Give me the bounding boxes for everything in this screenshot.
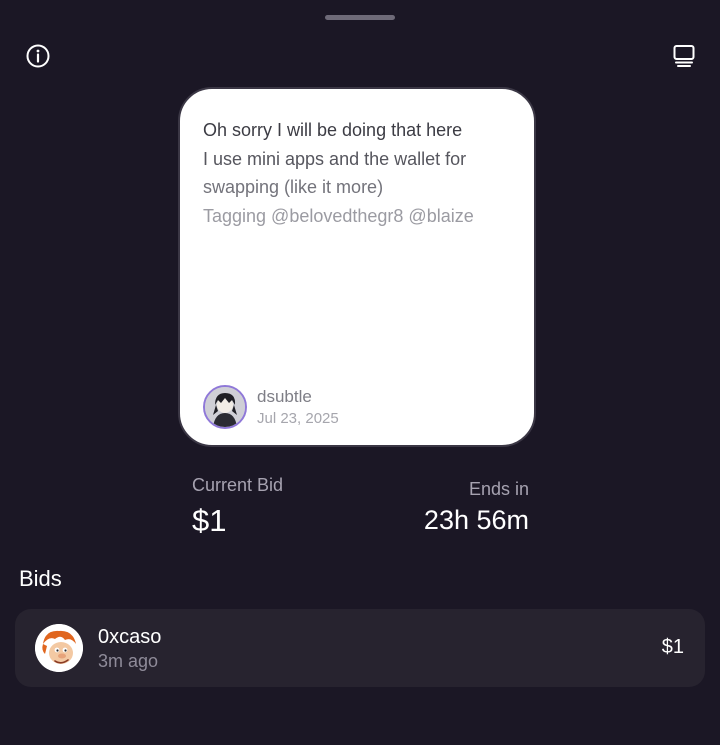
- cast-line: Oh sorry I will be doing that here: [203, 120, 463, 140]
- cast-text: Oh sorry I will be doing that here I use…: [203, 116, 504, 230]
- cast-line: I use mini apps and the wallet for: [203, 148, 467, 169]
- cast-card[interactable]: Oh sorry I will be doing that here I use…: [178, 87, 536, 447]
- bidder-name: 0xcaso: [98, 626, 162, 648]
- display-button[interactable]: [669, 43, 699, 73]
- ends-in-label: Ends in: [468, 479, 529, 499]
- bid-time: 3m ago: [98, 651, 159, 671]
- ends-in-value: 23h 56m: [423, 505, 529, 535]
- bid-amount: $1: [661, 636, 684, 658]
- bid-row[interactable]: 0xcaso 3m ago $1: [15, 609, 705, 687]
- cast-line: swapping (like it more): [203, 177, 384, 197]
- cast-line: Tagging @belovedthegr8 @blaize: [203, 205, 474, 226]
- display-icon: [671, 43, 697, 74]
- bids-heading: Bids: [19, 566, 62, 591]
- current-bid-value: $1: [192, 503, 227, 538]
- author-name[interactable]: dsubtle: [257, 387, 312, 407]
- drag-handle[interactable]: [325, 15, 395, 20]
- cast-date: Jul 23, 2025: [257, 410, 339, 427]
- info-button[interactable]: [23, 43, 53, 73]
- current-bid-label: Current Bid: [192, 475, 284, 495]
- author-avatar[interactable]: [203, 385, 247, 429]
- info-icon: [25, 43, 51, 74]
- bidder-avatar: [35, 624, 83, 672]
